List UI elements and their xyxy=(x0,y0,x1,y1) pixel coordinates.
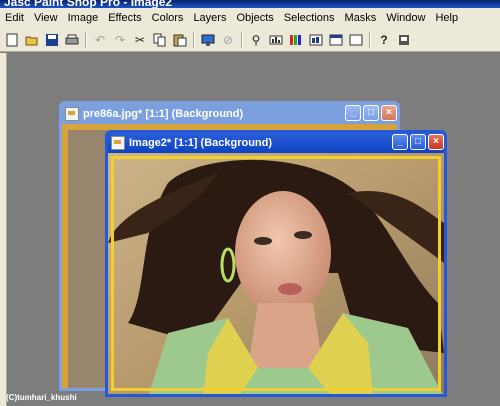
toolbar-separator xyxy=(193,31,195,48)
window-controls: _ □ × xyxy=(343,105,397,121)
menu-objects[interactable]: Objects xyxy=(231,12,278,24)
menu-view[interactable]: View xyxy=(29,12,63,24)
open-icon[interactable] xyxy=(24,32,40,48)
app-title-bar: Jasc Paint Shop Pro - Image2 xyxy=(0,0,500,8)
menu-effects[interactable]: Effects xyxy=(103,12,146,24)
maximize-button[interactable]: □ xyxy=(410,134,426,150)
copy-icon[interactable] xyxy=(152,32,168,48)
color-palette-icon[interactable] xyxy=(288,32,304,48)
image-window-image2[interactable]: Image2* [1:1] (Background) _ □ × xyxy=(105,130,447,397)
toolbar-separator xyxy=(369,31,371,48)
new-icon[interactable] xyxy=(4,32,20,48)
overview-icon[interactable] xyxy=(328,32,344,48)
histogram-icon[interactable] xyxy=(268,32,284,48)
close-button[interactable]: × xyxy=(428,134,444,150)
window-controls: _ □ × xyxy=(390,134,444,150)
browse-icon[interactable] xyxy=(200,32,216,48)
undo-icon[interactable]: ↶ xyxy=(92,32,108,48)
window-title: pre86a.jpg* [1:1] (Background) xyxy=(83,108,244,120)
minimize-button[interactable]: _ xyxy=(392,134,408,150)
toolbar-separator xyxy=(241,31,243,48)
layer-palette-icon[interactable] xyxy=(308,32,324,48)
menu-masks[interactable]: Masks xyxy=(340,12,382,24)
toolbar: ↶ ↷ ✂ ⊘ ⚲ ? xyxy=(0,28,500,52)
minimize-button[interactable]: _ xyxy=(345,105,361,121)
save-icon[interactable] xyxy=(44,32,60,48)
menu-help[interactable]: Help xyxy=(430,12,463,24)
menu-window[interactable]: Window xyxy=(381,12,430,24)
menu-edit[interactable]: Edit xyxy=(0,12,29,24)
cut-icon[interactable]: ✂ xyxy=(132,32,148,48)
app-title: Jasc Paint Shop Pro - Image2 xyxy=(4,0,173,8)
window-title: Image2* [1:1] (Background) xyxy=(129,137,273,149)
window-title-bar[interactable]: pre86a.jpg* [1:1] (Background) _ □ × xyxy=(62,104,397,124)
menu-bar: Edit View Image Effects Colors Layers Ob… xyxy=(0,8,500,28)
watermark: (C)tumhari_khushi xyxy=(6,393,77,402)
toolbar-separator xyxy=(85,31,87,48)
image-canvas[interactable] xyxy=(108,153,444,394)
print-preview-icon[interactable] xyxy=(396,32,412,48)
disabled-tool-icon[interactable]: ⊘ xyxy=(220,32,236,48)
selection-marquee xyxy=(111,156,441,391)
image-document-icon xyxy=(111,136,125,150)
menu-selections[interactable]: Selections xyxy=(279,12,340,24)
help-icon[interactable]: ? xyxy=(376,32,392,48)
tool-palette-edge xyxy=(0,53,7,406)
window-title-bar[interactable]: Image2* [1:1] (Background) _ □ × xyxy=(108,133,444,153)
paste-icon[interactable] xyxy=(172,32,188,48)
image-document-icon xyxy=(65,107,79,121)
window-icon[interactable] xyxy=(348,32,364,48)
redo-icon[interactable]: ↷ xyxy=(112,32,128,48)
menu-layers[interactable]: Layers xyxy=(188,12,231,24)
print-icon[interactable] xyxy=(64,32,80,48)
menu-colors[interactable]: Colors xyxy=(147,12,189,24)
maximize-button[interactable]: □ xyxy=(363,105,379,121)
menu-image[interactable]: Image xyxy=(63,12,104,24)
close-button[interactable]: × xyxy=(381,105,397,121)
zoom-icon[interactable]: ⚲ xyxy=(248,32,264,48)
